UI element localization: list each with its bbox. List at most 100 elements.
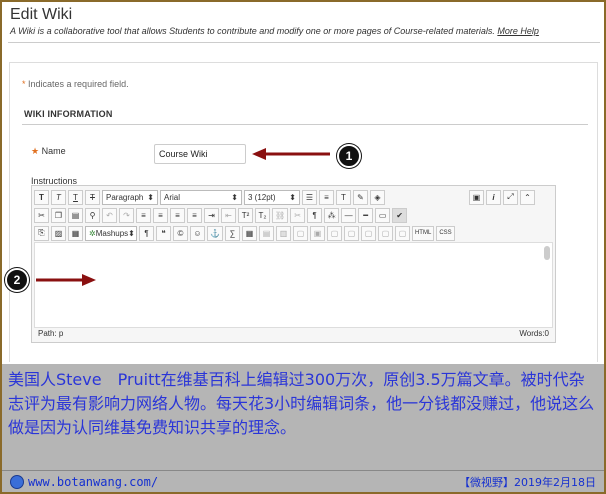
table-row-icon[interactable]: ▤	[258, 225, 274, 241]
cut-icon[interactable]: ✂	[34, 207, 49, 223]
redo-icon[interactable]: ↷	[119, 207, 134, 223]
superscript-icon[interactable]: T²	[238, 207, 253, 223]
editor-scrollbar[interactable]	[544, 246, 550, 260]
size-select[interactable]: 3 (12pt) ⬍	[244, 189, 300, 205]
mashups-label: Mashups	[95, 228, 129, 238]
table-merge-icon[interactable]: ▢	[326, 225, 342, 241]
dropdown-arrow-icon: ⬍	[231, 192, 238, 202]
required-note-text: Indicates a required field.	[28, 79, 129, 89]
copyright-icon[interactable]: ©	[173, 225, 188, 241]
insert-content-icon[interactable]: ⁂	[324, 207, 340, 223]
toolbar-row-1: T T T T Paragraph ⬍ Arial ⬍ 3 (12pt) ⬍ ☰ ≡ …	[34, 189, 535, 205]
strikethrough-button[interactable]: T	[85, 189, 100, 205]
callout-arrow-2	[36, 274, 96, 286]
toolbar-row-2: ✂ ❐ ▤ ⚲ ↶ ↷ ≡ ≡ ≡ ≡ ⇥ ⇤ T² T₂ ⛓ ✂ ¶ ⁂ — …	[34, 207, 408, 223]
undo-icon[interactable]: ↶	[102, 207, 117, 223]
unlink-icon[interactable]: ✂	[290, 207, 306, 223]
indent-icon[interactable]: ⇥	[204, 207, 219, 223]
dropdown-arrow-icon: ⬍	[147, 192, 154, 202]
footer-bar: www.botanwang.com/ 【微视野】2019年2月18日	[2, 470, 604, 492]
pilcrow-icon[interactable]: ¶	[139, 225, 154, 241]
link-icon[interactable]: ⛓	[272, 207, 289, 223]
table-cell-icon[interactable]: ▢	[292, 225, 308, 241]
page-title: Edit Wiki	[10, 6, 73, 23]
find-icon[interactable]: ⚲	[85, 207, 100, 223]
outdent-icon[interactable]: ⇤	[221, 207, 236, 223]
editor-path: Path: p	[38, 329, 64, 338]
table-delete-icon[interactable]: ▢	[360, 225, 376, 241]
globe-icon	[10, 474, 24, 489]
font-value: Arial	[164, 192, 181, 202]
horizontal-rule-icon[interactable]: ━	[358, 207, 374, 223]
text-color-icon[interactable]: T	[336, 189, 351, 205]
required-star-icon: *	[22, 79, 26, 89]
name-input[interactable]	[154, 144, 246, 164]
footer-site-url: www.botanwang.com/	[28, 474, 159, 489]
table-insert-icon[interactable]: ▢	[377, 225, 393, 241]
size-value: 3 (12pt)	[248, 192, 276, 202]
dropdown-arrow-icon: ⬍	[128, 228, 135, 238]
insert-image-icon[interactable]: ▨	[51, 225, 66, 241]
name-label-text: Name	[41, 146, 66, 156]
subtitle-text: A Wiki is a collaborative tool that allo…	[10, 26, 495, 36]
italic-button[interactable]: T	[51, 189, 66, 205]
copy-icon[interactable]: ❐	[51, 207, 66, 223]
editor-text-area[interactable]	[34, 242, 553, 328]
underline-button[interactable]: T	[68, 189, 83, 205]
editor-word-count: Words:0	[519, 329, 549, 338]
section-title: WIKI INFORMATION	[24, 109, 113, 119]
page-subtitle: A Wiki is a collaborative tool that allo…	[10, 26, 539, 36]
table-icon[interactable]: ▦	[241, 225, 257, 241]
mashups-select[interactable]: ✲ Mashups ⬍	[85, 225, 137, 241]
collapse-icon[interactable]: ⌃	[520, 189, 535, 205]
emoticon-icon[interactable]: ☺	[190, 225, 205, 241]
font-select[interactable]: Arial ⬍	[160, 189, 242, 205]
section-divider	[22, 124, 588, 125]
required-note: * Indicates a required field.	[22, 79, 129, 89]
align-left-icon[interactable]: ≡	[136, 207, 151, 223]
highlight-pen-icon[interactable]: ✎	[353, 189, 368, 205]
equation-icon[interactable]: ∑	[224, 225, 240, 241]
quote-icon[interactable]: ❝	[156, 225, 171, 241]
spellcheck-icon[interactable]: ✔	[392, 207, 408, 223]
name-label: ★ Name	[31, 146, 66, 157]
block-icon[interactable]: ▭	[375, 207, 391, 223]
title-divider	[8, 42, 600, 43]
bold-button[interactable]: T	[34, 189, 49, 205]
paragraph-direction-icon[interactable]: ¶	[307, 207, 323, 223]
attach-file-icon[interactable]: ⎘	[34, 225, 49, 241]
preview-icon[interactable]: ▣	[469, 189, 484, 205]
caption-text: 美国人Steve Pruitt在维基百科上编辑过300万次，原创3.5万篇文章。…	[2, 364, 604, 470]
toolbar-row-3: ⎘ ▨ ▦ ✲ Mashups ⬍ ¶ ❝ © ☺ ⚓ ∑ ▦ ▤ ▥ ▢ ▣ ▢ …	[34, 225, 455, 241]
justify-icon[interactable]: ≡	[187, 207, 202, 223]
paste-icon[interactable]: ▤	[68, 207, 83, 223]
info-icon[interactable]: i	[486, 189, 501, 205]
align-center-icon[interactable]: ≡	[153, 207, 168, 223]
editor-status-bar: Path: p Words:0	[34, 327, 553, 341]
table-extra-icon[interactable]: ▢	[394, 225, 410, 241]
html-button[interactable]: HTML	[411, 225, 435, 241]
format-value: Paragraph	[106, 192, 144, 202]
numbered-list-icon[interactable]: ≡	[319, 189, 334, 205]
align-right-icon[interactable]: ≡	[170, 207, 185, 223]
footer-site: www.botanwang.com/	[10, 474, 159, 489]
line-icon[interactable]: —	[341, 207, 357, 223]
required-star-icon: ★	[31, 146, 40, 156]
table-col-icon[interactable]: ▥	[275, 225, 291, 241]
insert-media-icon[interactable]: ▦	[68, 225, 83, 241]
eraser-icon[interactable]: ◈	[370, 189, 385, 205]
bullet-list-icon[interactable]: ☰	[302, 189, 317, 205]
mashups-icon: ✲	[89, 228, 96, 238]
table-split-icon[interactable]: ▢	[343, 225, 359, 241]
callout-badge-2: 2	[5, 268, 29, 292]
table-props-icon[interactable]: ▣	[309, 225, 325, 241]
rich-text-editor: T T T T Paragraph ⬍ Arial ⬍ 3 (12pt) ⬍ ☰ ≡ …	[31, 185, 556, 343]
subscript-icon[interactable]: T₂	[255, 207, 270, 223]
more-help-link[interactable]: More Help	[497, 26, 539, 36]
anchor-icon[interactable]: ⚓	[207, 225, 223, 241]
format-select[interactable]: Paragraph ⬍	[102, 189, 158, 205]
callout-arrow-1	[252, 148, 330, 160]
css-button[interactable]: CSS	[436, 225, 455, 241]
dropdown-arrow-icon: ⬍	[289, 192, 296, 202]
fullscreen-icon[interactable]: ⤢	[503, 189, 518, 205]
